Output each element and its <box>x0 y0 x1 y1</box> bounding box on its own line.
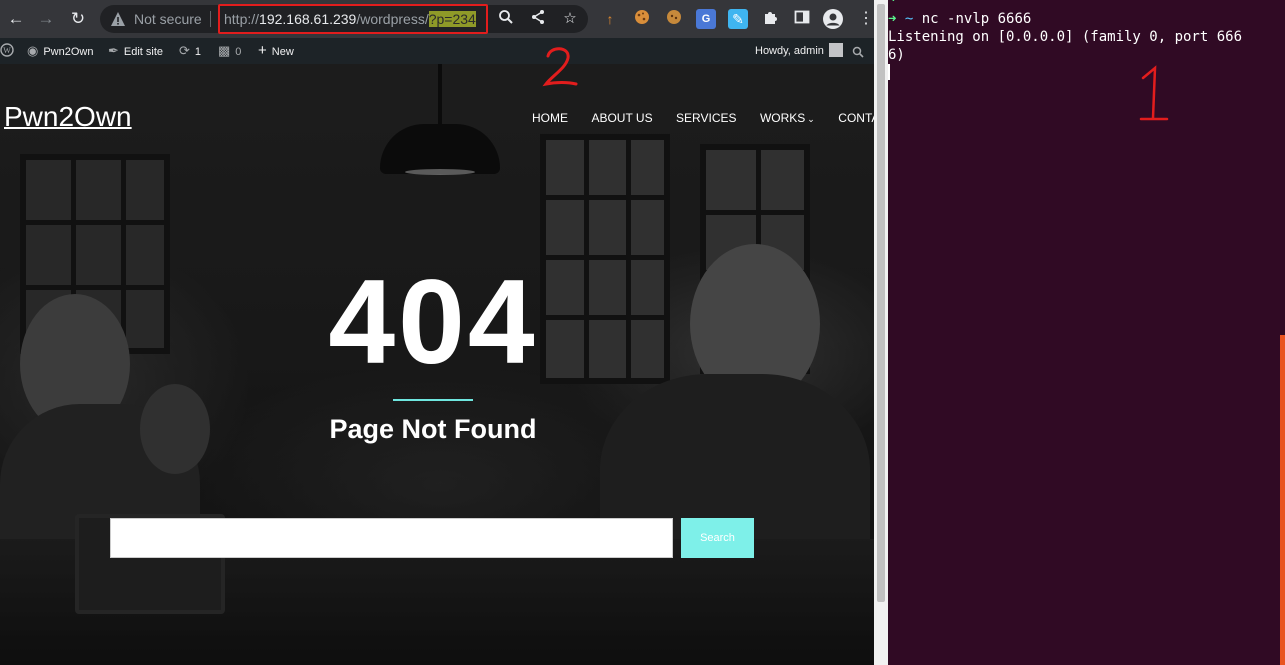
browser-scrollbar[interactable] <box>874 0 888 665</box>
admin-bar-edit-site[interactable]: ✒ Edit site <box>108 38 163 64</box>
star-icon[interactable]: ☆ <box>560 9 580 29</box>
url-query: ?p=234 <box>428 11 476 27</box>
share-icon[interactable] <box>528 9 548 29</box>
url-text[interactable]: http://192.168.61.239/wordpress/?p=234 <box>224 11 476 27</box>
divider <box>393 399 473 401</box>
chevron-down-icon: ⌄ <box>807 114 815 124</box>
admin-bar-account[interactable]: Howdy, admin <box>755 38 843 64</box>
new-label: New <box>271 46 294 58</box>
terminal-prev-prompt: ➜ ~ <box>888 0 922 8</box>
dashboard-icon: ◉ <box>27 43 39 58</box>
admin-bar-comments[interactable]: ▩ 0 <box>218 38 241 64</box>
main-nav: HOME ABOUT US SERVICES WORKS⌄ CONTACT <box>532 109 874 125</box>
terminal-scroll-accent <box>1280 335 1285 665</box>
translate-icon[interactable]: G <box>696 9 716 29</box>
url-host: 192.168.61.239 <box>259 11 357 27</box>
admin-search-icon[interactable] <box>852 38 864 64</box>
cookie-icon[interactable] <box>632 9 652 29</box>
address-bar[interactable]: Not secure http://192.168.61.239/wordpre… <box>100 4 588 34</box>
terminal-command: nc -nvlp 6666 <box>921 11 1032 27</box>
comment-icon: ▩ <box>218 43 231 58</box>
nav-works[interactable]: WORKS ⌄ <box>760 111 815 125</box>
puzzle-icon[interactable] <box>760 9 780 29</box>
plus-icon: + <box>258 42 267 59</box>
prompt-dir: ~ <box>904 11 914 27</box>
wp-logo-icon[interactable]: W <box>0 38 14 64</box>
warning-icon[interactable] <box>110 11 126 27</box>
back-icon[interactable]: ← <box>4 7 28 31</box>
prompt-arrow: ➜ <box>888 11 897 27</box>
terminal-output-2: 6) <box>888 47 905 63</box>
admin-bar-site[interactable]: ◉ Pwn2Own <box>27 38 93 64</box>
site-title[interactable]: Pwn2Own <box>4 101 132 133</box>
omnibox-divider <box>210 11 211 27</box>
nav-services[interactable]: SERVICES <box>676 111 736 125</box>
search-button[interactable]: Search <box>681 518 754 558</box>
menu-icon[interactable]: ⋮ <box>856 9 874 29</box>
wp-admin-bar: W ◉ Pwn2Own ✒ Edit site ⟳ 1 ▩ 0 + New Howdy, … <box>0 38 874 64</box>
url-highlight-box: http://192.168.61.239/wordpress/?p=234 <box>218 4 488 34</box>
terminal-output-1: Listening on [0.0.0.0] (family 0, port 6… <box>888 29 1243 45</box>
svg-text:W: W <box>3 46 11 55</box>
url-scheme: http:// <box>224 11 260 27</box>
admin-bar-site-name: Pwn2Own <box>43 46 94 58</box>
reload-icon[interactable]: ↻ <box>66 7 90 31</box>
annotation-two-drawing <box>542 47 578 87</box>
security-label[interactable]: Not secure <box>134 11 202 27</box>
admin-bar-new[interactable]: + New <box>258 38 294 64</box>
error-message: Page Not Found <box>329 414 537 444</box>
browser-window: ← → ↻ Not secure http://192.168.61.239/w… <box>0 0 874 665</box>
side-panel-icon[interactable] <box>792 9 812 29</box>
edit-site-label: Edit site <box>123 46 164 58</box>
annotation-one-drawing <box>1139 65 1169 121</box>
scrollbar-thumb[interactable] <box>877 4 885 602</box>
terminal-window[interactable]: ➜ ~ ➜ ~ nc -nvlp 6666 Listening on [0.0.… <box>888 0 1285 665</box>
pen-icon[interactable]: ✎ <box>728 9 748 29</box>
url-path: /wordpress/ <box>356 11 429 27</box>
profile-icon[interactable] <box>823 9 843 29</box>
error-code: 404 <box>328 255 538 389</box>
comments-count: 0 <box>235 46 242 58</box>
nav-contact[interactable]: CONTACT <box>838 111 874 125</box>
terminal-command-line: ➜ ~ nc -nvlp 6666 <box>888 10 1031 28</box>
greeting-text: Howdy, admin <box>755 45 824 57</box>
hero-section: Pwn2Own HOME ABOUT US SERVICES WORKS ⌄ CO… <box>0 64 874 665</box>
admin-bar-updates[interactable]: ⟳ 1 <box>179 38 201 64</box>
nav-works-label: WORKS <box>759 111 806 125</box>
forward-icon[interactable]: → <box>34 7 58 31</box>
terminal-cursor <box>888 64 890 80</box>
search-input[interactable] <box>110 518 673 558</box>
browser-toolbar: ← → ↻ Not secure http://192.168.61.239/w… <box>0 0 874 38</box>
updates-icon: ⟳ <box>179 43 190 58</box>
brush-icon: ✒ <box>108 43 119 58</box>
extension-arrow-icon[interactable]: ↑ <box>600 9 620 29</box>
nav-home[interactable]: HOME <box>532 111 568 125</box>
cookie-editor-icon[interactable] <box>664 9 684 29</box>
avatar <box>828 43 843 58</box>
nav-about-us[interactable]: ABOUT US <box>591 111 652 125</box>
zoom-icon[interactable] <box>496 9 516 29</box>
updates-count: 1 <box>194 46 202 58</box>
